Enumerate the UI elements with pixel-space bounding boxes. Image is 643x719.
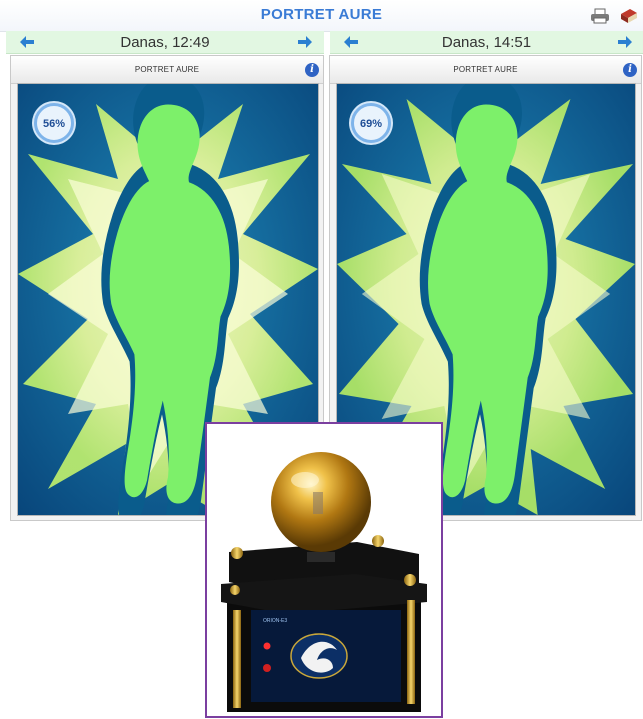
percent-badge: 56% bbox=[34, 103, 74, 143]
book-icon[interactable] bbox=[619, 6, 639, 26]
device-label: ORION-E3 bbox=[263, 618, 287, 624]
percent-label: 56% bbox=[42, 118, 66, 130]
device-photo: ORION-E3 bbox=[205, 422, 443, 718]
date-label: Danas, 14:51 bbox=[441, 34, 532, 51]
percent-label: 69% bbox=[359, 118, 383, 130]
panel-title: PORTRET AURE bbox=[134, 65, 200, 74]
arrow-right-icon[interactable] bbox=[298, 36, 312, 48]
percent-badge: 69% bbox=[351, 103, 391, 143]
panel-header: PORTRET AURE i bbox=[11, 56, 323, 84]
info-icon[interactable]: i bbox=[623, 63, 637, 77]
panel-header: PORTRET AURE i bbox=[330, 56, 641, 84]
device-image: ORION-E3 bbox=[207, 424, 441, 716]
date-nav-left: Danas, 12:49 bbox=[6, 31, 324, 54]
arrow-right-icon[interactable] bbox=[618, 36, 632, 48]
date-nav-right: Danas, 14:51 bbox=[330, 31, 643, 54]
top-bar: PORTRET AURE bbox=[0, 0, 643, 32]
date-label: Danas, 12:49 bbox=[120, 34, 210, 51]
panel-title: PORTRET AURE bbox=[453, 65, 518, 74]
page-title: PORTRET AURE bbox=[260, 6, 383, 23]
info-icon[interactable]: i bbox=[305, 63, 319, 77]
printer-icon[interactable] bbox=[590, 8, 610, 24]
